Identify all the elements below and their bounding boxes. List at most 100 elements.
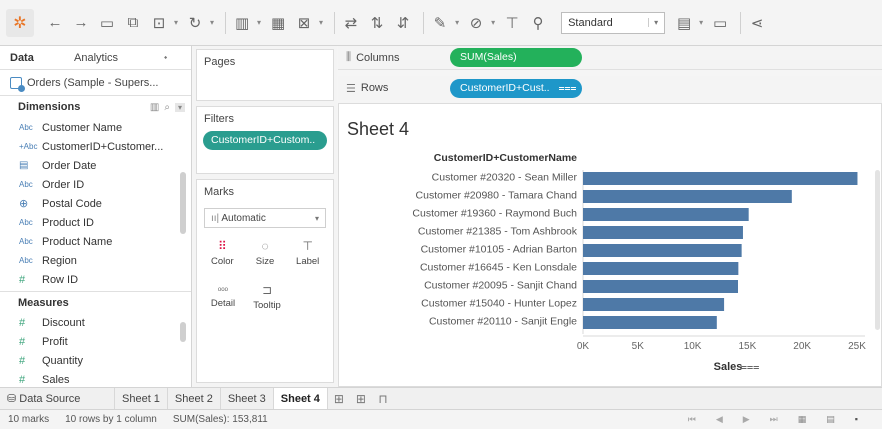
swap-icon[interactable]: ⇄: [340, 12, 362, 34]
sort-ascending-icon[interactable]: ⇅: [366, 12, 388, 34]
chevron-down-icon[interactable]: ▾: [699, 18, 703, 27]
toolbar-divider: [423, 11, 425, 34]
chevron-down-icon[interactable]: ▾: [174, 102, 185, 112]
field-item[interactable]: # Profit: [0, 332, 191, 351]
grid-view-icon[interactable]: ▦: [798, 414, 807, 425]
x-tick-label: 15K: [739, 341, 757, 352]
field-item[interactable]: # Discount: [0, 313, 191, 332]
new-datasource-icon[interactable]: ⧉: [122, 12, 144, 34]
bar: [583, 280, 738, 293]
filmstrip-view-icon[interactable]: ▪: [855, 414, 858, 425]
worksheet-canvas: Sheet 4 CustomerID+CustomerName Customer …: [338, 103, 882, 387]
group-icon[interactable]: ⊘: [465, 12, 487, 34]
field-item[interactable]: Abc Product Name: [0, 232, 191, 251]
canvas-scrollbar[interactable]: [875, 170, 880, 330]
field-label: Row ID: [42, 273, 79, 286]
duplicate-icon[interactable]: ▦: [267, 12, 289, 34]
tooltip-button[interactable]: ⊐ Tooltip: [248, 278, 286, 316]
undo-icon[interactable]: ←: [44, 12, 66, 34]
marks-buttons-row-1: ⠿ Color ◌ Size ⊤ Label: [204, 234, 326, 272]
field-item[interactable]: Abc Region: [0, 251, 191, 270]
label-button[interactable]: ⊤ Label: [289, 234, 326, 272]
marks-type-select[interactable]: ıı| Automatic ▾: [204, 208, 326, 228]
datasource-tab-icon: ⛁: [7, 392, 17, 405]
chart-icon[interactable]: ▥: [231, 12, 253, 34]
tab-sheet-4[interactable]: Sheet 4: [273, 387, 328, 410]
chevron-down-icon[interactable]: ▾: [455, 18, 459, 27]
new-story-icon[interactable]: ⊓: [372, 392, 394, 406]
field-item[interactable]: +Abc CustomerID+Customer...: [0, 137, 191, 156]
pin-icon[interactable]: ⚲: [527, 12, 549, 34]
field-item[interactable]: Abc Order ID: [0, 175, 191, 194]
field-item[interactable]: Abc Product ID: [0, 213, 191, 232]
share-icon[interactable]: ⋖: [746, 12, 768, 34]
columns-pill[interactable]: SUM(Sales): [450, 48, 582, 67]
string-icon: Abc: [19, 218, 33, 227]
first-page-icon[interactable]: ⏮: [688, 414, 696, 425]
bar-chart: CustomerID+CustomerName Customer #20320 -…: [339, 104, 882, 388]
show-cards-icon[interactable]: ▤: [673, 12, 695, 34]
field-item[interactable]: ▤ Order Date: [0, 156, 191, 175]
label-label: Label: [296, 256, 320, 267]
status-marks: 10 marks: [8, 414, 50, 425]
pane-menu-icon[interactable]: ⬩: [164, 52, 167, 63]
calculated-string-icon: +Abc: [19, 142, 38, 151]
pages-card[interactable]: Pages: [196, 49, 334, 101]
bar: [583, 244, 742, 257]
bar: [583, 262, 739, 275]
label-icon: ⊤: [302, 239, 313, 253]
fit-select[interactable]: Standard ▾: [561, 11, 666, 34]
tableau-logo-icon[interactable]: ✲: [6, 8, 34, 37]
presentation-icon[interactable]: ▭: [709, 12, 731, 34]
new-dashboard-icon[interactable]: ⊞: [350, 392, 372, 406]
category-label: Customer #10105 - Adrian Barton: [421, 244, 578, 256]
text-label-icon[interactable]: ⊤: [501, 12, 523, 34]
dimensions-scrollbar[interactable]: [180, 172, 186, 234]
tab-sheet-3[interactable]: Sheet 3: [221, 387, 274, 410]
clear-sheet-icon[interactable]: ⊠: [293, 12, 315, 34]
datasource-item[interactable]: Orders (Sample - Supers...: [0, 70, 191, 96]
chevron-down-icon[interactable]: ▾: [174, 18, 178, 27]
size-button[interactable]: ◌ Size: [247, 234, 284, 272]
bar: [583, 298, 725, 311]
size-label: Size: [255, 256, 275, 267]
refresh-icon[interactable]: ↻: [184, 12, 206, 34]
field-item[interactable]: # Row ID: [0, 270, 191, 289]
tab-data-source[interactable]: ⛁ Data Source: [0, 387, 115, 410]
chevron-down-icon[interactable]: ▾: [319, 18, 323, 27]
search-icon[interactable]: ⌕: [164, 102, 170, 113]
tab-data[interactable]: Data: [0, 46, 64, 70]
chevron-down-icon[interactable]: ▾: [257, 18, 261, 27]
measures-scrollbar[interactable]: [180, 322, 186, 342]
chevron-down-icon[interactable]: ▾: [491, 18, 495, 27]
new-worksheet-icon[interactable]: ⊞: [328, 392, 350, 406]
view-toggle-icon[interactable]: ▥: [150, 102, 159, 113]
prev-page-icon[interactable]: ◀: [716, 414, 723, 425]
detail-button[interactable]: ᵒᵒᵒ Detail: [204, 278, 242, 316]
list-view-icon[interactable]: ▤: [826, 414, 835, 425]
next-page-icon[interactable]: ▶: [743, 414, 750, 425]
field-label: Profit: [42, 335, 68, 348]
color-button[interactable]: ⠿ Color: [204, 234, 241, 272]
tab-sheet-2[interactable]: Sheet 2: [168, 387, 221, 410]
redo-icon[interactable]: →: [70, 12, 92, 34]
field-item[interactable]: Abc Customer Name: [0, 118, 191, 137]
new-sheet-icon[interactable]: ⊡: [148, 12, 170, 34]
filters-card[interactable]: Filters CustomerID+Custom..: [196, 106, 334, 174]
datasource-icon: [10, 76, 25, 92]
filter-pill[interactable]: CustomerID+Custom..: [203, 131, 327, 150]
field-item[interactable]: ⊕ Postal Code: [0, 194, 191, 213]
field-item[interactable]: # Quantity: [0, 351, 191, 370]
save-icon[interactable]: ▭: [96, 12, 118, 34]
toolbar-divider: [740, 11, 742, 34]
chevron-down-icon[interactable]: ▾: [210, 18, 214, 27]
tab-sheet-1[interactable]: Sheet 1: [115, 387, 168, 410]
rows-pill[interactable]: CustomerID+Cust.. ⩶: [450, 78, 582, 98]
highlight-icon[interactable]: ✎: [429, 12, 451, 34]
tab-analytics[interactable]: Analytics: [64, 46, 164, 70]
marks-buttons-row-2: ᵒᵒᵒ Detail ⊐ Tooltip: [204, 278, 326, 316]
sort-descending-icon[interactable]: ⇵: [392, 12, 414, 34]
bar: [583, 172, 858, 185]
last-page-icon[interactable]: ⏭: [770, 414, 778, 425]
tooltip-label: Tooltip: [253, 300, 281, 311]
